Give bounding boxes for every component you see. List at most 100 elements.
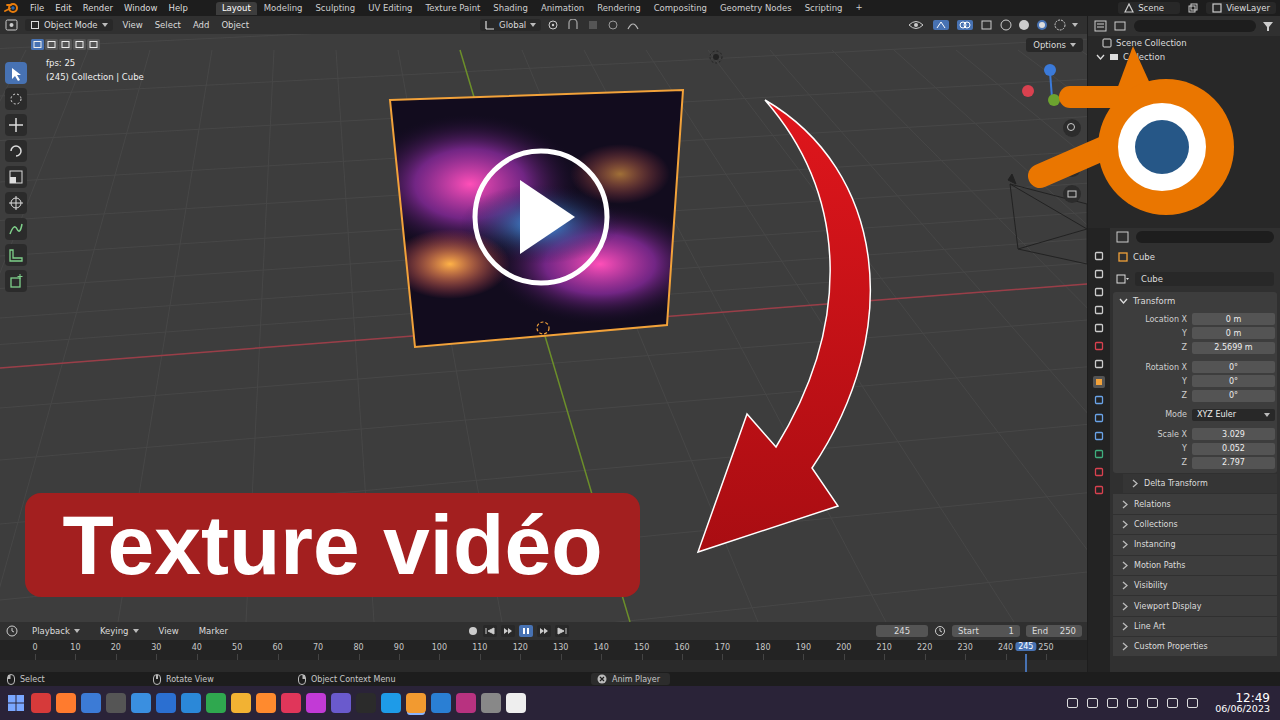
- property-field[interactable]: 0 m: [1192, 313, 1275, 325]
- select-mode-icon[interactable]: [59, 39, 72, 50]
- play-icon[interactable]: [475, 151, 607, 283]
- section-title[interactable]: Line Art: [1134, 622, 1165, 631]
- options-label[interactable]: Options: [1033, 40, 1066, 50]
- visibility-icon[interactable]: [908, 19, 926, 31]
- panel-section[interactable]: Collections: [1113, 514, 1277, 534]
- tool-button[interactable]: [5, 88, 27, 110]
- view-layer-field[interactable]: ViewLayer: [1206, 2, 1276, 14]
- panel-section[interactable]: Motion Paths: [1113, 555, 1277, 575]
- panel-header[interactable]: Transform: [1113, 292, 1277, 310]
- object-name-value[interactable]: Cube: [1141, 274, 1163, 284]
- property-value[interactable]: 3.029: [1222, 430, 1245, 439]
- panel-title[interactable]: Transform: [1133, 296, 1175, 306]
- panel-section[interactable]: Viewport Display: [1113, 595, 1277, 615]
- options-button[interactable]: Options: [1026, 38, 1083, 52]
- property-value[interactable]: XYZ Euler: [1197, 410, 1236, 419]
- end-frame-field[interactable]: End250: [1026, 625, 1082, 637]
- property-value[interactable]: 2.797: [1222, 458, 1245, 467]
- volume-icon[interactable]: [1147, 698, 1158, 708]
- view-layer-name[interactable]: ViewLayer: [1226, 3, 1270, 13]
- app-icon[interactable]: [306, 693, 326, 713]
- prev-key-icon[interactable]: [501, 625, 515, 637]
- app-icon[interactable]: [156, 693, 176, 713]
- app-icon[interactable]: [231, 693, 251, 713]
- clock-date[interactable]: 06/06/2023: [1215, 704, 1270, 714]
- expand-arrow-icon[interactable]: [1121, 602, 1129, 611]
- tool-button[interactable]: [5, 140, 27, 162]
- light-icon[interactable]: [710, 51, 722, 63]
- mode-label[interactable]: Object Mode: [44, 20, 98, 30]
- record-icon[interactable]: [467, 625, 479, 637]
- workspace-tab[interactable]: Texture Paint: [420, 2, 487, 15]
- property-field[interactable]: 3.029: [1192, 428, 1275, 440]
- workspace-tab[interactable]: Animation: [535, 2, 590, 15]
- property-value[interactable]: 0°: [1229, 391, 1238, 400]
- section-title[interactable]: Viewport Display: [1134, 602, 1201, 611]
- menu-item[interactable]: Render: [83, 3, 113, 13]
- properties-tab-icon[interactable]: [1093, 412, 1105, 424]
- display-mode-icon[interactable]: [1114, 20, 1128, 32]
- property-field[interactable]: 0°: [1192, 375, 1275, 387]
- expand-arrow-icon[interactable]: [1096, 53, 1105, 62]
- menu-item[interactable]: Help: [168, 3, 187, 13]
- properties-tab-icon[interactable]: [1093, 250, 1105, 262]
- property-value[interactable]: 0 m: [1226, 329, 1241, 338]
- panel-section[interactable]: Line Art: [1113, 616, 1277, 636]
- menu-item[interactable]: Edit: [55, 3, 71, 13]
- next-key-icon[interactable]: [537, 625, 551, 637]
- battery-icon[interactable]: [1167, 698, 1178, 708]
- chevron-up-icon[interactable]: [1187, 698, 1198, 708]
- pivot-icon[interactable]: [547, 19, 561, 31]
- tool-button[interactable]: [5, 244, 27, 266]
- keyboard-icon[interactable]: [1087, 698, 1098, 708]
- app-icon[interactable]: [506, 693, 526, 713]
- object-name-field[interactable]: Cube: [1135, 272, 1274, 286]
- workspace-tab[interactable]: Shading: [487, 2, 534, 15]
- menu-item[interactable]: Select: [155, 20, 181, 30]
- orientation-dropdown[interactable]: Global: [480, 19, 541, 31]
- solid-shading-icon[interactable]: [1018, 19, 1030, 31]
- workspace-tab[interactable]: UV Editing: [362, 2, 418, 15]
- tool-button[interactable]: [5, 114, 27, 136]
- tool-button[interactable]: [5, 218, 27, 240]
- properties-tab-icon[interactable]: [1093, 304, 1105, 316]
- app-icon[interactable]: [331, 693, 351, 713]
- wireframe-shading-icon[interactable]: [1000, 19, 1012, 31]
- workspace-tab[interactable]: Compositing: [648, 2, 713, 15]
- panel-section[interactable]: Custom Properties: [1113, 636, 1277, 656]
- workspace-tab[interactable]: Modeling: [258, 2, 309, 15]
- property-field[interactable]: 0°: [1192, 361, 1275, 373]
- select-mode-icon[interactable]: [45, 39, 58, 50]
- workspace-tab[interactable]: Scripting: [799, 2, 849, 15]
- filter-icon[interactable]: [1262, 20, 1274, 32]
- panel-section[interactable]: Relations: [1113, 493, 1277, 513]
- clock-time[interactable]: 12:49: [1235, 692, 1270, 705]
- expand-arrow-icon[interactable]: [1121, 540, 1129, 549]
- camera-icon[interactable]: [1008, 174, 1087, 264]
- property-value[interactable]: 0 m: [1226, 315, 1241, 324]
- app-icon[interactable]: [356, 693, 376, 713]
- status-item[interactable]: Anim Player: [591, 673, 670, 685]
- start-icon[interactable]: [6, 693, 26, 713]
- pan-icon[interactable]: [1063, 159, 1081, 177]
- app-icon[interactable]: [181, 693, 201, 713]
- app-icon[interactable]: [456, 693, 476, 713]
- app-icon[interactable]: [106, 693, 126, 713]
- menu-item[interactable]: Window: [124, 3, 158, 13]
- workspace-tab[interactable]: Geometry Nodes: [714, 2, 798, 15]
- blender-icon[interactable]: [4, 2, 20, 14]
- expand-arrow-icon[interactable]: [1131, 479, 1139, 488]
- material-shading-icon[interactable]: [1036, 19, 1048, 31]
- snap-target-icon[interactable]: [587, 19, 601, 31]
- editor-type-icon[interactable]: [5, 19, 19, 31]
- jump-start-icon[interactable]: [483, 625, 497, 637]
- app-icon[interactable]: [56, 693, 76, 713]
- menu-item[interactable]: Object: [221, 20, 249, 30]
- tool-button[interactable]: [5, 192, 27, 214]
- menu-item[interactable]: Marker: [194, 625, 233, 637]
- display-icon[interactable]: [1107, 698, 1118, 708]
- close-icon[interactable]: [597, 674, 607, 684]
- properties-editor-icon[interactable]: [1116, 231, 1130, 243]
- scene-name[interactable]: Scene: [1138, 3, 1164, 13]
- app-icon[interactable]: [131, 693, 151, 713]
